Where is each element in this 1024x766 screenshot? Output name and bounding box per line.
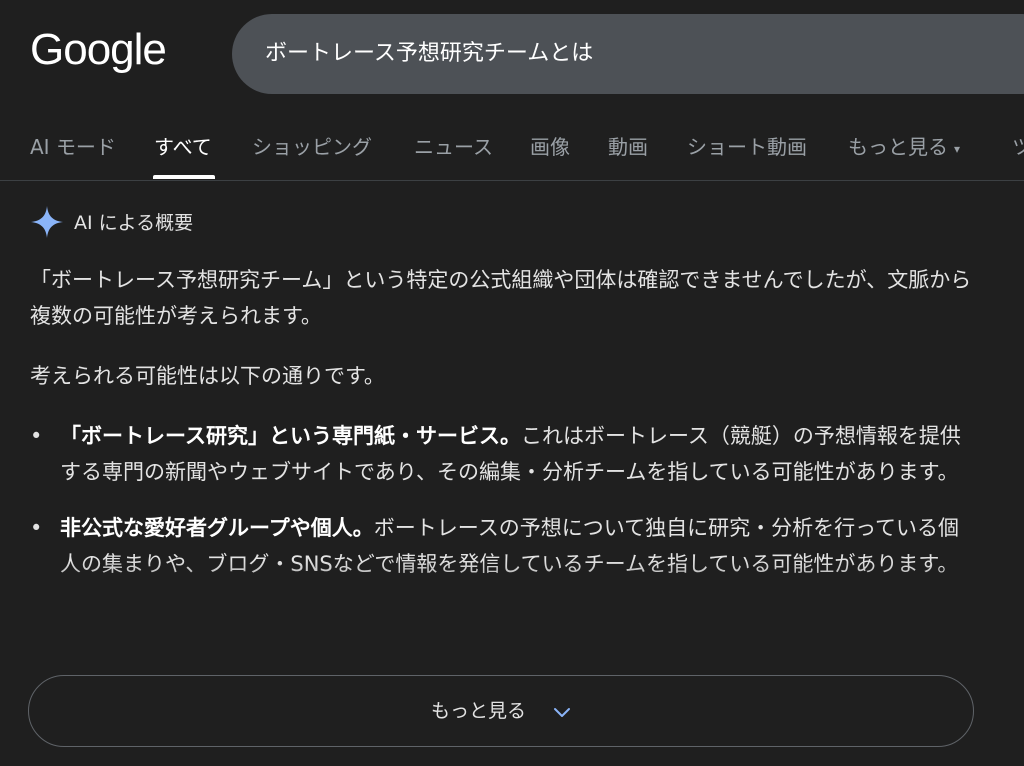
possibility-list: 「ボートレース研究」という専門紙・サービス。これはボートレース（競艇）の予想情報… <box>30 418 975 582</box>
ai-overview-title: AI による概要 <box>74 212 194 234</box>
overview-paragraph: 考えられる可能性は以下の通りです。 <box>30 364 385 388</box>
google-logo[interactable]: Google <box>30 22 167 78</box>
tab-shopping[interactable]: ショッピング <box>252 132 372 162</box>
show-more-button[interactable]: もっと見る <box>28 675 974 747</box>
sparkle-icon <box>31 206 63 238</box>
list-item-heading: 非公式な愛好者グループや個人。 <box>60 516 374 540</box>
tab-videos[interactable]: 動画 <box>608 132 648 162</box>
tab-more-label: もっと見る <box>848 135 948 159</box>
search-box[interactable]: ボートレース予想研究チームとは <box>232 14 1024 94</box>
show-more-label: もっと見る <box>431 700 527 722</box>
tab-tools[interactable]: ツ <box>1012 132 1024 162</box>
header: Google ボートレース予想研究チームとは <box>0 0 1024 110</box>
ai-overview-content: 「ボートレース予想研究チーム」という特定の公式組織や団体は確認できませんでしたが… <box>30 262 975 602</box>
tab-short-videos[interactable]: ショート動画 <box>687 132 807 162</box>
list-item: 「ボートレース研究」という専門紙・サービス。これはボートレース（競艇）の予想情報… <box>30 418 975 490</box>
search-query[interactable]: ボートレース予想研究チームとは <box>265 38 593 70</box>
search-tabs: AI モード すべて ショッピング ニュース 画像 動画 ショート動画 もっと見… <box>0 118 1024 181</box>
tab-images[interactable]: 画像 <box>530 132 570 162</box>
tab-news[interactable]: ニュース <box>414 132 493 162</box>
tab-all[interactable]: すべて <box>154 132 212 162</box>
tab-ai-mode[interactable]: AI モード <box>30 132 116 162</box>
tab-more[interactable]: もっと見る ▾ <box>848 132 960 164</box>
list-item: 非公式な愛好者グループや個人。ボートレースの予想について独自に研究・分析を行って… <box>30 510 975 582</box>
overview-paragraph: 「ボートレース予想研究チーム」という特定の公式組織や団体は確認できませんでしたが… <box>30 268 972 328</box>
list-item-heading: 「ボートレース研究」という専門紙・サービス。 <box>60 424 521 448</box>
active-tab-indicator <box>153 175 215 179</box>
chevron-down-icon <box>554 708 570 717</box>
caret-down-icon: ▾ <box>954 141 961 156</box>
